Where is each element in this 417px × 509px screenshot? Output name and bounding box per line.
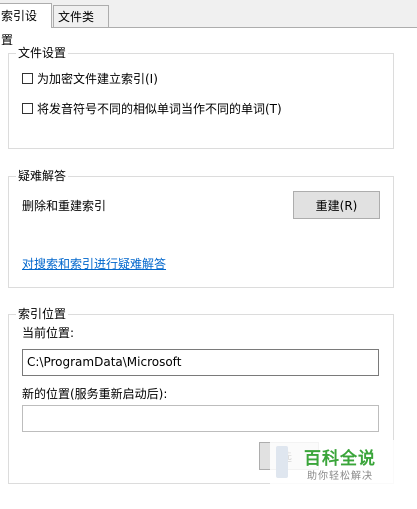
- file-settings-group: 文件设置 为加密文件建立索引(I) 将发音符号不同的相似单词当作不同的单词(T): [8, 45, 394, 149]
- watermark-logo: 百科全说 助你轻松解决: [270, 440, 410, 488]
- diacritics-label: 将发音符号不同的相似单词当作不同的单词(T): [37, 102, 282, 116]
- tab-panel: 文件设置 为加密文件建立索引(I) 将发音符号不同的相似单词当作不同的单词(T)…: [0, 27, 417, 509]
- file-settings-legend: 文件设置: [16, 45, 69, 61]
- encrypt-checkbox[interactable]: [22, 73, 33, 84]
- diacritics-checkbox[interactable]: [22, 103, 33, 114]
- tab-file-types[interactable]: 文件类型: [53, 5, 109, 46]
- watermark-title: 百科全说: [304, 449, 376, 469]
- troubleshooting-group: 疑难解答 删除和重建索引 重建(R) 对搜索和索引进行疑难解答: [8, 168, 394, 288]
- tab-index-settings[interactable]: 索引设置: [0, 3, 52, 47]
- troubleshoot-link[interactable]: 对搜索和索引进行疑难解答: [22, 255, 166, 272]
- current-location-label: 当前位置:: [22, 326, 75, 340]
- rebuild-button[interactable]: 重建(R): [293, 191, 380, 219]
- new-location-field[interactable]: [22, 405, 379, 432]
- tab-strip: 索引设置 文件类型: [0, 0, 417, 47]
- encrypt-index-option[interactable]: 为加密文件建立索引(I): [22, 70, 158, 87]
- new-location-label: 新的位置(服务重新启动后):: [22, 387, 168, 401]
- encrypt-label: 为加密文件建立索引(I): [37, 72, 158, 86]
- diacritics-option[interactable]: 将发音符号不同的相似单词当作不同的单词(T): [22, 100, 282, 117]
- index-location-legend: 索引位置: [16, 306, 69, 322]
- watermark-icon: [276, 446, 288, 478]
- watermark-subtitle: 助你轻松解决: [307, 471, 373, 482]
- rebuild-description: 删除和重建索引: [22, 199, 107, 213]
- troubleshooting-legend: 疑难解答: [16, 168, 69, 184]
- current-location-field[interactable]: C:\ProgramData\Microsoft: [22, 349, 379, 376]
